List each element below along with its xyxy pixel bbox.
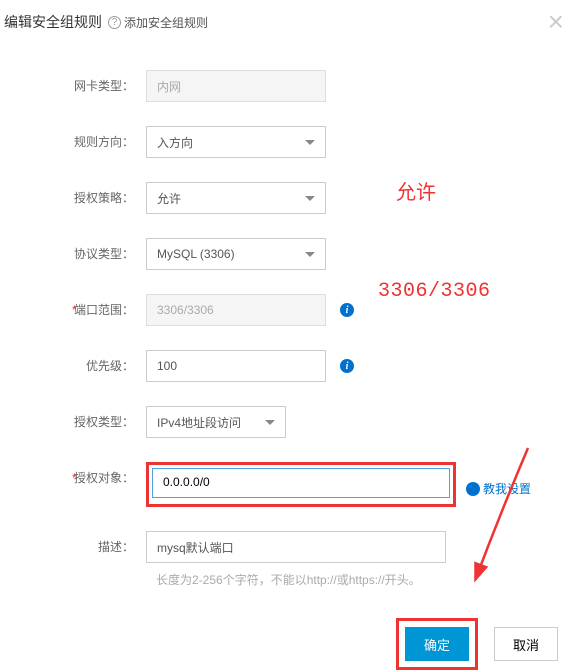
label-direction: 规则方向： <box>40 126 146 158</box>
label-port: 端口范围： <box>40 294 146 326</box>
select-value: IPv4地址段访问 <box>157 414 241 431</box>
row-description: 描述： 长度为2-256个字符，不能以http://或https://开头。 <box>40 531 552 588</box>
chevron-down-icon <box>265 420 275 425</box>
select-auth-type[interactable]: IPv4地址段访问 <box>146 406 286 438</box>
label-protocol: 协议类型： <box>40 238 146 270</box>
label-description: 描述： <box>40 531 146 563</box>
subtitle-wrap[interactable]: ? 添加安全组规则 <box>108 14 208 31</box>
description-hint: 长度为2-256个字符，不能以http://或https://开头。 <box>156 571 421 588</box>
select-protocol[interactable]: MySQL (3306) <box>146 238 326 270</box>
info-icon[interactable]: i <box>340 359 354 373</box>
ok-button[interactable]: 确定 <box>405 627 469 661</box>
dialog-footer: 确定 取消 <box>0 594 582 670</box>
priority-input[interactable] <box>146 350 326 382</box>
select-policy[interactable]: 允许 <box>146 182 326 214</box>
select-value: 允许 <box>157 190 181 207</box>
info-icon[interactable]: i <box>340 303 354 317</box>
label-priority: 优先级： <box>40 350 146 382</box>
teach-me-link[interactable]: i 教我设置 <box>466 480 531 497</box>
help-icon: ? <box>108 16 121 29</box>
dialog: 编辑安全组规则 ? 添加安全组规则 × 网卡类型： 内网 规则方向： 入方向 <box>0 0 582 670</box>
label-auth-type: 授权类型： <box>40 406 146 438</box>
row-protocol: 协议类型： MySQL (3306) <box>40 238 552 270</box>
close-icon[interactable]: × <box>548 8 564 36</box>
select-nic-type: 内网 <box>146 70 326 102</box>
select-direction[interactable]: 入方向 <box>146 126 326 158</box>
auth-object-highlight <box>146 462 456 507</box>
port-input <box>146 294 326 326</box>
chevron-down-icon <box>305 252 315 257</box>
select-value: 内网 <box>157 78 181 95</box>
subtitle: 添加安全组规则 <box>124 14 208 31</box>
row-nic-type: 网卡类型： 内网 <box>40 70 552 102</box>
row-auth-type: 授权类型： IPv4地址段访问 <box>40 406 552 438</box>
dialog-title: 编辑安全组规则 <box>4 12 102 32</box>
row-direction: 规则方向： 入方向 <box>40 126 552 158</box>
row-port: 端口范围： i <box>40 294 552 326</box>
label-auth-object: 授权对象： <box>40 462 146 494</box>
dialog-header: 编辑安全组规则 ? 添加安全组规则 × <box>0 0 582 42</box>
row-policy: 授权策略： 允许 <box>40 182 552 214</box>
row-auth-object: 授权对象： i 教我设置 <box>40 462 552 507</box>
select-value: MySQL (3306) <box>157 247 235 261</box>
ok-highlight: 确定 <box>396 618 478 670</box>
row-priority: 优先级： i <box>40 350 552 382</box>
label-nic-type: 网卡类型： <box>40 70 146 102</box>
label-policy: 授权策略： <box>40 182 146 214</box>
cancel-button[interactable]: 取消 <box>494 627 558 661</box>
info-icon: i <box>466 482 480 496</box>
form: 网卡类型： 内网 规则方向： 入方向 授权策略： 允许 <box>0 42 582 594</box>
description-input[interactable] <box>146 531 446 563</box>
select-value: 入方向 <box>157 134 193 151</box>
chevron-down-icon <box>305 140 315 145</box>
teach-me-text: 教我设置 <box>483 480 531 497</box>
chevron-down-icon <box>305 196 315 201</box>
auth-object-input[interactable] <box>152 468 450 498</box>
